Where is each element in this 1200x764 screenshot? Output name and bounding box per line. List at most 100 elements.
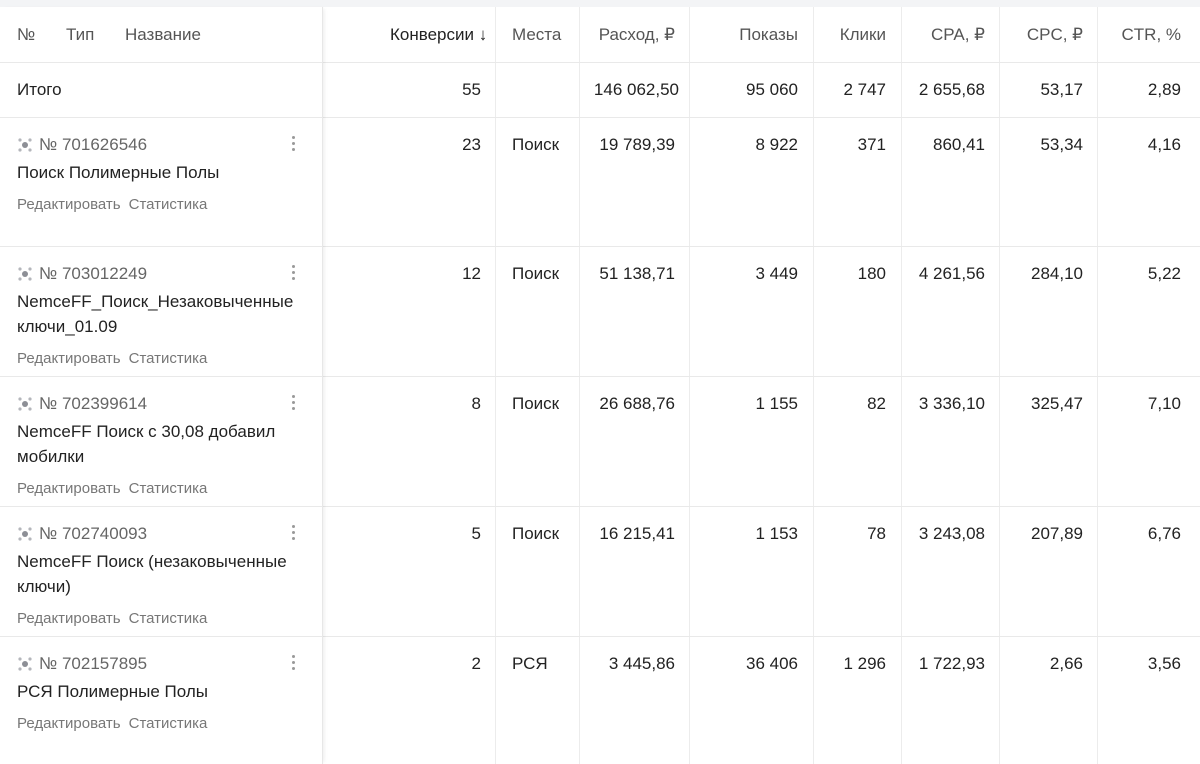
- header-cpc[interactable]: CPC, ₽: [1027, 25, 1083, 45]
- cell-clicks: 371: [857, 135, 886, 154]
- cell-spend: 19 789,39: [599, 135, 675, 154]
- header-ctr[interactable]: CTR, %: [1122, 25, 1182, 45]
- campaign-name[interactable]: Поиск Полимерные Полы: [17, 160, 307, 185]
- totals-row-metrics: 55 146 062,50 95 060 2 747 2 655,68 53,1…: [323, 62, 1200, 118]
- edit-link[interactable]: Редактировать: [17, 715, 121, 732]
- more-options-icon[interactable]: [286, 263, 300, 285]
- header-name[interactable]: Название: [125, 25, 201, 45]
- cell-ctr: 4,16: [1147, 135, 1181, 154]
- campaign-id: № 702399614: [17, 394, 147, 414]
- campaign-id: № 703012249: [17, 264, 147, 284]
- campaign-row-4: № 702740093 NemceFF Поиск (незаковыченны…: [0, 506, 322, 637]
- cell-ctr: 7,10: [1147, 394, 1181, 413]
- edit-link[interactable]: Редактировать: [17, 196, 121, 213]
- totals-row-left: Итого: [0, 62, 322, 118]
- cell-cpa: 860,41: [933, 135, 985, 154]
- campaign-id: № 701626546: [17, 135, 147, 155]
- stats-link[interactable]: Статистика: [129, 196, 208, 213]
- cell-clicks: 1 296: [843, 654, 886, 673]
- cell-cpa: 4 261,56: [918, 264, 985, 283]
- cell-places: Поиск: [512, 524, 560, 543]
- cell-cpc: 207,89: [1031, 524, 1083, 543]
- cell-cpc: 325,47: [1031, 394, 1083, 413]
- cell-ctr: 6,76: [1147, 524, 1181, 543]
- stats-link[interactable]: Статистика: [129, 610, 208, 627]
- cell-ctr: 3,56: [1147, 654, 1181, 673]
- campaign-metrics-row-5: 2 РСЯ 3 445,86 36 406 1 296 1 722,93 2,6…: [323, 636, 1200, 764]
- totals-conversions: 55: [462, 80, 481, 99]
- cell-conversions: 2: [471, 654, 481, 673]
- cell-cpa: 3 243,08: [918, 524, 985, 543]
- campaign-actions: Редактировать Статистика: [17, 610, 215, 627]
- campaign-name[interactable]: NemceFF Поиск с 30,08 добавил мобилки: [17, 419, 307, 469]
- stats-link[interactable]: Статистика: [129, 480, 208, 497]
- campaign-name[interactable]: NemceFF Поиск (незаковыченные ключи): [17, 549, 307, 599]
- table-metrics-columns: Конверсии ↓ Места Расход, ₽ Показы Клики…: [323, 7, 1200, 764]
- totals-impressions: 95 060: [746, 80, 798, 99]
- campaign-row-2: № 703012249 NemceFF_Поиск_Незаковыченные…: [0, 246, 322, 377]
- header-cpa[interactable]: CPA, ₽: [931, 25, 985, 45]
- edit-link[interactable]: Редактировать: [17, 350, 121, 367]
- search-type-icon: [17, 526, 33, 542]
- cell-cpc: 284,10: [1031, 264, 1083, 283]
- campaigns-table: № Тип Название Итого № 701626546 Поиск П…: [0, 7, 1200, 764]
- campaign-metrics-row-2: 12 Поиск 51 138,71 3 449 180 4 261,56 28…: [323, 246, 1200, 377]
- campaign-actions: Редактировать Статистика: [17, 480, 215, 497]
- campaign-actions: Редактировать Статистика: [17, 350, 215, 367]
- cell-impressions: 8 922: [755, 135, 798, 154]
- more-options-icon[interactable]: [286, 653, 300, 675]
- header-row-metrics: Конверсии ↓ Места Расход, ₽ Показы Клики…: [323, 7, 1200, 63]
- cell-impressions: 1 153: [755, 524, 798, 543]
- cell-places: Поиск: [512, 135, 560, 154]
- edit-link[interactable]: Редактировать: [17, 480, 121, 497]
- campaign-actions: Редактировать Статистика: [17, 715, 215, 732]
- totals-label: Итого: [17, 80, 62, 99]
- campaign-row-1: № 701626546 Поиск Полимерные Полы Редакт…: [0, 117, 322, 247]
- cell-cpa: 1 722,93: [918, 654, 985, 673]
- campaign-row-3: № 702399614 NemceFF Поиск с 30,08 добави…: [0, 376, 322, 507]
- edit-link[interactable]: Редактировать: [17, 610, 121, 627]
- header-impressions[interactable]: Показы: [739, 25, 798, 45]
- header-row-left: № Тип Название: [0, 7, 322, 63]
- campaign-id: № 702740093: [17, 524, 147, 544]
- cell-impressions: 1 155: [755, 394, 798, 413]
- header-type[interactable]: Тип: [66, 25, 94, 45]
- totals-ctr: 2,89: [1147, 80, 1181, 99]
- cell-clicks: 82: [867, 394, 886, 413]
- header-num[interactable]: №: [17, 25, 35, 45]
- stats-link[interactable]: Статистика: [129, 350, 208, 367]
- cell-conversions: 8: [471, 394, 481, 413]
- cell-impressions: 36 406: [746, 654, 798, 673]
- header-clicks[interactable]: Клики: [840, 25, 886, 45]
- cell-cpa: 3 336,10: [918, 394, 985, 413]
- cell-spend: 51 138,71: [599, 264, 675, 283]
- cell-spend: 3 445,86: [608, 654, 675, 673]
- cell-spend: 26 688,76: [599, 394, 675, 413]
- campaign-row-5: № 702157895 РСЯ Полимерные Полы Редактир…: [0, 636, 322, 764]
- search-type-icon: [17, 137, 33, 153]
- cell-conversions: 23: [462, 135, 481, 154]
- search-type-icon: [17, 266, 33, 282]
- cell-clicks: 180: [857, 264, 886, 283]
- cell-places: Поиск: [512, 394, 560, 413]
- totals-spend: 146 062,50: [593, 80, 679, 99]
- totals-cpa: 2 655,68: [918, 80, 985, 99]
- search-type-icon: [17, 396, 33, 412]
- more-options-icon[interactable]: [286, 393, 300, 415]
- more-options-icon[interactable]: [286, 523, 300, 545]
- header-conversions[interactable]: Конверсии ↓: [390, 25, 487, 45]
- cell-places: РСЯ: [512, 654, 548, 673]
- header-places[interactable]: Места: [512, 25, 561, 45]
- totals-clicks: 2 747: [843, 80, 886, 99]
- totals-cpc: 53,17: [1040, 80, 1083, 99]
- network-type-icon: [17, 656, 33, 672]
- more-options-icon[interactable]: [286, 134, 300, 156]
- header-spend[interactable]: Расход, ₽: [599, 25, 675, 45]
- stats-link[interactable]: Статистика: [129, 715, 208, 732]
- cell-cpc: 53,34: [1040, 135, 1083, 154]
- campaign-name[interactable]: РСЯ Полимерные Полы: [17, 679, 307, 704]
- campaign-metrics-row-4: 5 Поиск 16 215,41 1 153 78 3 243,08 207,…: [323, 506, 1200, 637]
- cell-conversions: 12: [462, 264, 481, 283]
- campaign-name[interactable]: NemceFF_Поиск_Незаковыченные ключи_01.09: [17, 289, 307, 339]
- cell-places: Поиск: [512, 264, 560, 283]
